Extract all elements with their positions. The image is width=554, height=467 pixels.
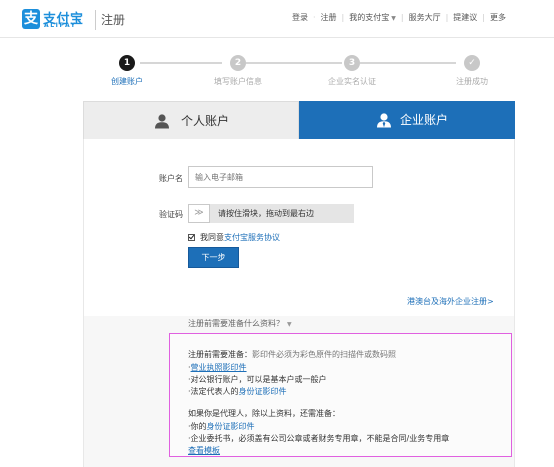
account-name-label: 账户名 xyxy=(159,174,183,183)
my-alipay-menu[interactable]: 我的支付宝 xyxy=(349,12,389,23)
account-name-input[interactable] xyxy=(188,166,373,188)
service-hall-link[interactable]: 服务大厅 xyxy=(409,12,441,23)
prep-item: ·企业委托书，必须盖有公司公章或者财务专用章，不能是合同/业务专用章 xyxy=(188,433,449,444)
agree-checkbox[interactable] xyxy=(188,234,195,241)
step-4-label: 注册成功 xyxy=(456,77,488,86)
step-3-label: 企业实名认证 xyxy=(328,77,376,86)
agree-text: 我同意 xyxy=(200,233,224,242)
prep-intro: 注册前需要准备：影印件必须为彩色原件的扫描件或数码照 xyxy=(188,349,396,360)
overseas-registration-link[interactable]: 港澳台及海外企业注册> xyxy=(407,296,494,307)
suggest-link[interactable]: 提建议 xyxy=(453,12,477,23)
register-link[interactable]: 注册 xyxy=(321,12,337,23)
more-link[interactable]: 更多 xyxy=(490,12,506,23)
legal-rep-text: 法定代表人的 xyxy=(190,387,239,396)
prep-info-toggle[interactable]: 注册前需要准备什么资料？ ▼ xyxy=(188,318,292,329)
account-type-tabs: 个人账户 企业账户 xyxy=(83,101,515,146)
site-header: 支 支付宝 ALIPAY 注册 登录 · 注册 | 我的支付宝 ▼ | 服务大厅 | 提建议 | 更多 xyxy=(0,0,554,38)
agent-id-text: 你的 xyxy=(190,422,207,431)
view-template-link[interactable]: 查看模板 xyxy=(188,446,220,455)
step-1-indicator: 1 xyxy=(119,55,135,71)
agent-id-link[interactable]: 身份证影印件 xyxy=(207,422,255,431)
authorization-letter-text: 企业委托书，必须盖有公司公章或者财务专用章，不能是合同/业务专用章 xyxy=(190,434,450,443)
prep-item: ·法定代表人的身份证影印件 xyxy=(188,386,287,397)
prep-item: ·你的身份证影印件 xyxy=(188,421,255,432)
nav-divider: · xyxy=(313,13,316,22)
legal-rep-id-link[interactable]: 身份证影印件 xyxy=(239,387,287,396)
step-2-label: 填写账户信息 xyxy=(214,77,262,86)
business-license-link[interactable]: 营业执照影印件 xyxy=(191,363,247,372)
captcha-slider[interactable]: ≫ 请按住滑块，拖动到最右边 xyxy=(188,204,354,223)
tab-company-account[interactable]: 企业账户 xyxy=(299,101,515,146)
user-icon xyxy=(155,114,169,129)
nav-divider: | xyxy=(482,13,485,22)
prep-item: 查看模板 xyxy=(188,445,220,456)
step-2-indicator: 2 xyxy=(230,55,246,71)
step-connector xyxy=(140,62,222,64)
logo-text-en: ALIPAY xyxy=(44,22,77,29)
bank-account-text: 对公银行账户，可以是基本户或一般户 xyxy=(190,375,327,384)
tab-personal-account[interactable]: 个人账户 xyxy=(83,101,299,139)
step-3-indicator: 3 xyxy=(344,55,360,71)
alipay-logo[interactable]: 支 支付宝 ALIPAY xyxy=(22,9,92,31)
captcha-label: 验证码 xyxy=(159,210,183,219)
service-agreement-link[interactable]: 支付宝服务协议 xyxy=(224,233,280,242)
step-1-label: 创建账户 xyxy=(111,77,143,86)
prep-item: ·对公银行账户，可以是基本户或一般户 xyxy=(188,374,327,385)
prep-intro-label: 注册前需要准备： xyxy=(188,350,252,359)
slider-handle[interactable]: ≫ xyxy=(188,204,210,223)
step-4-indicator: ✓ xyxy=(464,55,480,71)
top-nav: 登录 · 注册 | 我的支付宝 ▼ | 服务大厅 | 提建议 | 更多 xyxy=(292,12,506,23)
tab-company-label: 企业账户 xyxy=(400,113,449,127)
registration-steps: 1 2 3 ✓ 创建账户 填写账户信息 企业实名认证 注册成功 xyxy=(0,52,554,92)
chevron-down-icon: ▼ xyxy=(287,321,292,328)
nav-divider: | xyxy=(400,13,404,22)
slider-hint: 请按住滑块，拖动到最右边 xyxy=(218,209,314,218)
step-connector xyxy=(360,62,456,64)
next-step-button[interactable]: 下一步 xyxy=(188,247,239,268)
step-connector xyxy=(246,62,342,64)
prep-intro-note: 影印件必须为彩色原件的扫描件或数码照 xyxy=(252,350,396,359)
prep-item: ·营业执照影印件 xyxy=(188,362,247,373)
agreement-row: 我同意支付宝服务协议 xyxy=(188,232,280,243)
nav-divider: | xyxy=(445,13,449,22)
page-title: 注册 xyxy=(101,13,126,27)
alipay-logo-icon: 支 xyxy=(22,9,40,29)
chevron-down-icon[interactable]: ▼ xyxy=(391,15,396,22)
agent-intro: 如果你是代理人，除以上资料，还需准备： xyxy=(188,409,340,418)
nav-divider: | xyxy=(341,13,345,22)
business-user-icon xyxy=(377,113,391,128)
tab-personal-label: 个人账户 xyxy=(181,114,230,128)
login-link[interactable]: 登录 xyxy=(292,12,308,23)
prep-toggle-label: 注册前需要准备什么资料？ xyxy=(188,319,284,328)
logo-divider xyxy=(95,10,96,30)
